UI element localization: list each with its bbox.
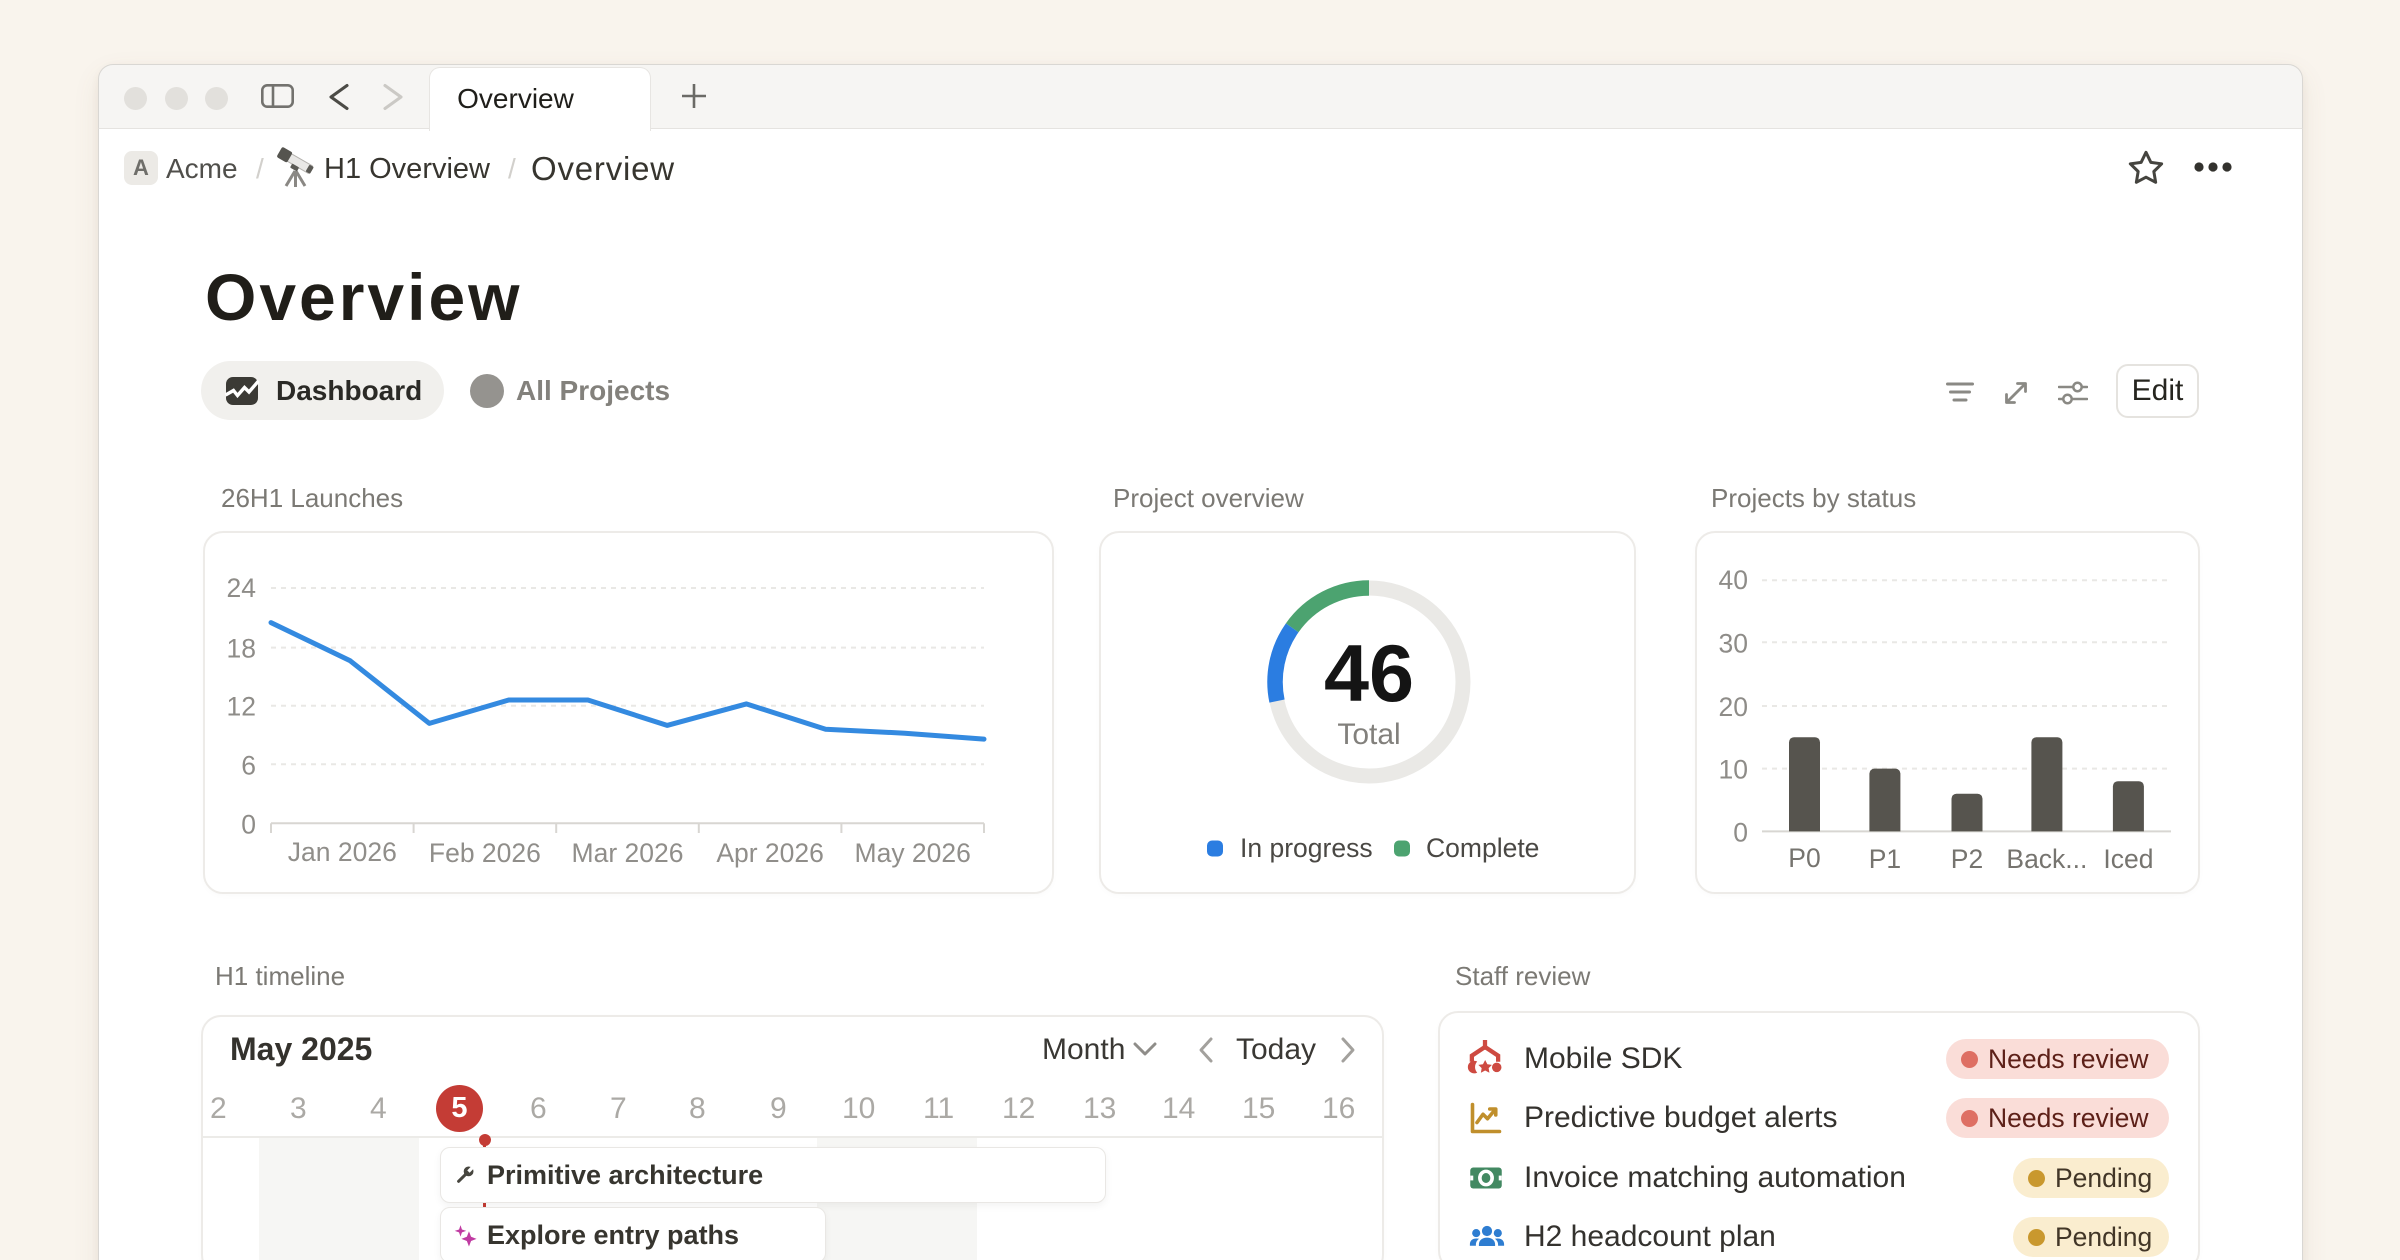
svg-text:20: 20 (1719, 692, 1748, 722)
svg-text:May 2026: May 2026 (855, 838, 971, 868)
svg-text:0: 0 (1733, 817, 1748, 847)
svg-text:Back...: Back... (2006, 844, 2087, 874)
svg-text:Jan 2026: Jan 2026 (288, 837, 397, 867)
svg-text:P2: P2 (1951, 844, 1983, 874)
svg-text:30: 30 (1719, 628, 1748, 658)
svg-text:18: 18 (227, 634, 256, 664)
svg-text:Total: Total (1337, 718, 1400, 751)
svg-text:24: 24 (227, 573, 256, 603)
svg-text:Complete: Complete (1426, 833, 1539, 863)
svg-text:46: 46 (1324, 629, 1414, 719)
svg-text:In progress: In progress (1240, 833, 1373, 863)
svg-text:P1: P1 (1869, 844, 1901, 874)
svg-text:6: 6 (241, 750, 256, 780)
svg-text:0: 0 (241, 809, 256, 839)
svg-text:Mar 2026: Mar 2026 (572, 838, 684, 868)
svg-text:Apr 2026: Apr 2026 (716, 838, 824, 868)
svg-text:Feb 2026: Feb 2026 (429, 838, 541, 868)
svg-text:12: 12 (227, 692, 256, 722)
svg-text:P0: P0 (1788, 843, 1820, 873)
svg-text:Iced: Iced (2103, 844, 2153, 874)
svg-text:10: 10 (1719, 755, 1748, 785)
svg-text:40: 40 (1719, 565, 1748, 595)
